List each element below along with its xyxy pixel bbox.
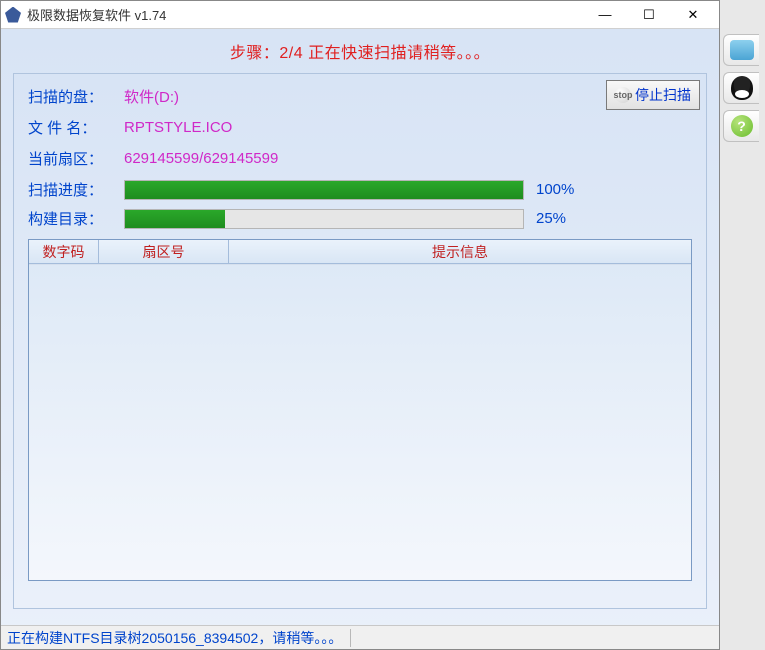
build-progress-fill [125,210,225,228]
maximize-button[interactable]: ☐ [627,1,671,29]
statusbar: 正在构建NTFS目录树2050156_8394502，请稍等。。。 [1,625,719,649]
dock-item-help[interactable]: ? [723,110,759,142]
table-body [29,264,691,580]
disk-label: 扫描的盘： [28,86,124,107]
scan-progress-label: 扫描进度： [28,179,124,200]
close-button[interactable]: ✕ [671,1,715,29]
minimize-button[interactable]: — [583,1,627,29]
scan-progress-fill [125,181,523,199]
scan-progress-percent: 100% [536,181,574,198]
disk-row: 扫描的盘： 软件(D:) [28,86,692,107]
build-progress-bar [124,209,524,229]
status-separator [350,629,351,647]
main-panel: stop 停止扫描 扫描的盘： 软件(D:) 文 件 名： RPTSTYLE.I… [13,73,707,609]
stop-button-label: 停止扫描 [635,85,691,105]
table-header: 数字码 扇区号 提示信息 [29,240,691,264]
help-icon: ? [731,115,753,137]
sector-label: 当前扇区： [28,148,124,169]
stop-icon: stop [615,87,631,103]
qq-icon [731,76,753,100]
file-value: RPTSTYLE.ICO [124,119,232,136]
window-title: 极限数据恢复软件 v1.74 [27,5,166,24]
cloud-icon [730,40,754,60]
app-window: 极限数据恢复软件 v1.74 — ☐ ✕ 步骤：2/4 正在快速扫描请稍等。。。… [0,0,720,650]
col-header-sector[interactable]: 扇区号 [99,240,229,263]
results-table: 数字码 扇区号 提示信息 [28,239,692,581]
dock-item-cloud[interactable] [723,34,759,66]
app-icon [5,7,21,23]
titlebar: 极限数据恢复软件 v1.74 — ☐ ✕ [1,1,719,29]
col-header-code[interactable]: 数字码 [29,240,99,263]
disk-value: 软件(D:) [124,86,179,107]
client-area: 步骤：2/4 正在快速扫描请稍等。。。 stop 停止扫描 扫描的盘： 软件(D… [1,29,719,649]
file-row: 文 件 名： RPTSTYLE.ICO [28,117,692,138]
step-status: 步骤：2/4 正在快速扫描请稍等。。。 [1,39,719,63]
scan-progress-row: 扫描进度： 100% [28,179,692,200]
build-progress-row: 构建目录： 25% [28,208,692,229]
stop-scan-button[interactable]: stop 停止扫描 [606,80,700,110]
build-progress-percent: 25% [536,210,566,227]
scan-progress-bar [124,180,524,200]
dock-item-qq[interactable] [723,72,759,104]
sector-row: 当前扇区： 629145599/629145599 [28,148,692,169]
build-progress-label: 构建目录： [28,208,124,229]
file-label: 文 件 名： [28,117,124,138]
col-header-msg[interactable]: 提示信息 [229,240,691,263]
side-dock: ? [723,34,765,142]
status-text: 正在构建NTFS目录树2050156_8394502，请稍等。。。 [7,628,342,648]
sector-value: 629145599/629145599 [124,150,278,167]
